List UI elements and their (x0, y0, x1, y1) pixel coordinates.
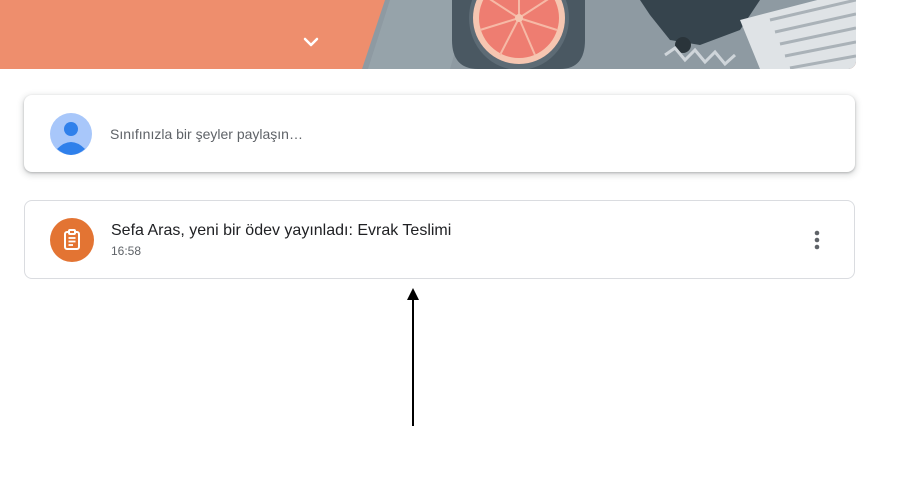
assignment-icon-badge (50, 218, 94, 262)
announcement-compose-card[interactable]: Sınıfınızla bir şeyler paylaşın… (24, 95, 855, 172)
stream-item-time: 16:58 (111, 244, 142, 258)
stream-item-title: Sefa Aras, yeni bir ödev yayınladı: Evra… (111, 222, 452, 239)
assignment-icon (64, 229, 80, 250)
user-avatar (50, 113, 92, 155)
annotation-arrow-icon (407, 288, 419, 426)
stream-item-assignment[interactable]: Sefa Aras, yeni bir ödev yayınladı: Evra… (24, 200, 855, 279)
banner-expand-button[interactable] (300, 33, 322, 51)
more-options-button[interactable] (803, 225, 831, 255)
more-vert-icon (814, 230, 820, 250)
default-avatar-icon (50, 113, 92, 155)
compose-placeholder-text[interactable]: Sınıfınızla bir şeyler paylaşın… (110, 126, 303, 142)
class-banner (0, 0, 856, 69)
chevron-down-icon (303, 37, 319, 47)
banner-illustration (0, 0, 856, 69)
